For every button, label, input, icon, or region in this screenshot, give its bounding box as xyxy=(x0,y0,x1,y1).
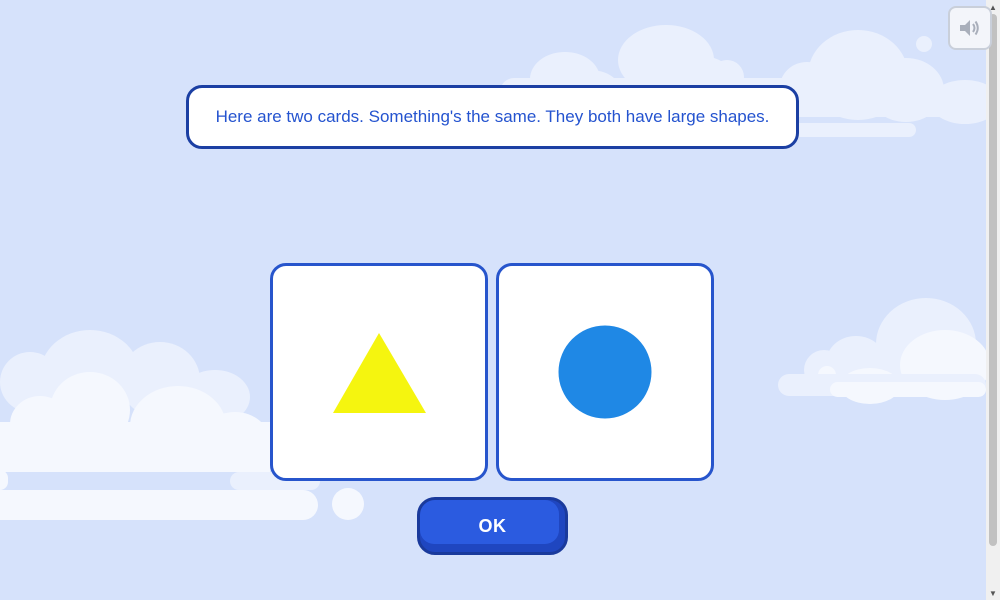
speaker-icon xyxy=(960,20,979,36)
cloud xyxy=(0,490,318,520)
cloud xyxy=(332,488,364,520)
scrollbar[interactable]: ▲ ▼ xyxy=(986,0,1000,600)
ok-button-label: OK xyxy=(478,515,507,536)
cloud xyxy=(780,123,916,137)
card-triangle[interactable] xyxy=(270,263,488,481)
cloud xyxy=(0,422,270,472)
cloud xyxy=(916,36,932,52)
prompt-text: Here are two cards. Something's the same… xyxy=(215,107,770,126)
cloud xyxy=(830,382,986,397)
card-circle[interactable] xyxy=(496,263,714,481)
triangle-shape xyxy=(333,333,426,413)
prompt-bubble: Here are two cards. Something's the same… xyxy=(186,85,799,149)
game-stage: Here are two cards. Something's the same… xyxy=(0,0,986,600)
ok-button[interactable]: OK xyxy=(417,497,568,555)
scroll-down-arrow-icon[interactable]: ▼ xyxy=(986,586,1000,600)
cloud xyxy=(0,470,8,490)
sound-button[interactable] xyxy=(948,6,992,50)
scrollbar-thumb[interactable] xyxy=(989,14,997,546)
circle-shape xyxy=(558,325,652,419)
